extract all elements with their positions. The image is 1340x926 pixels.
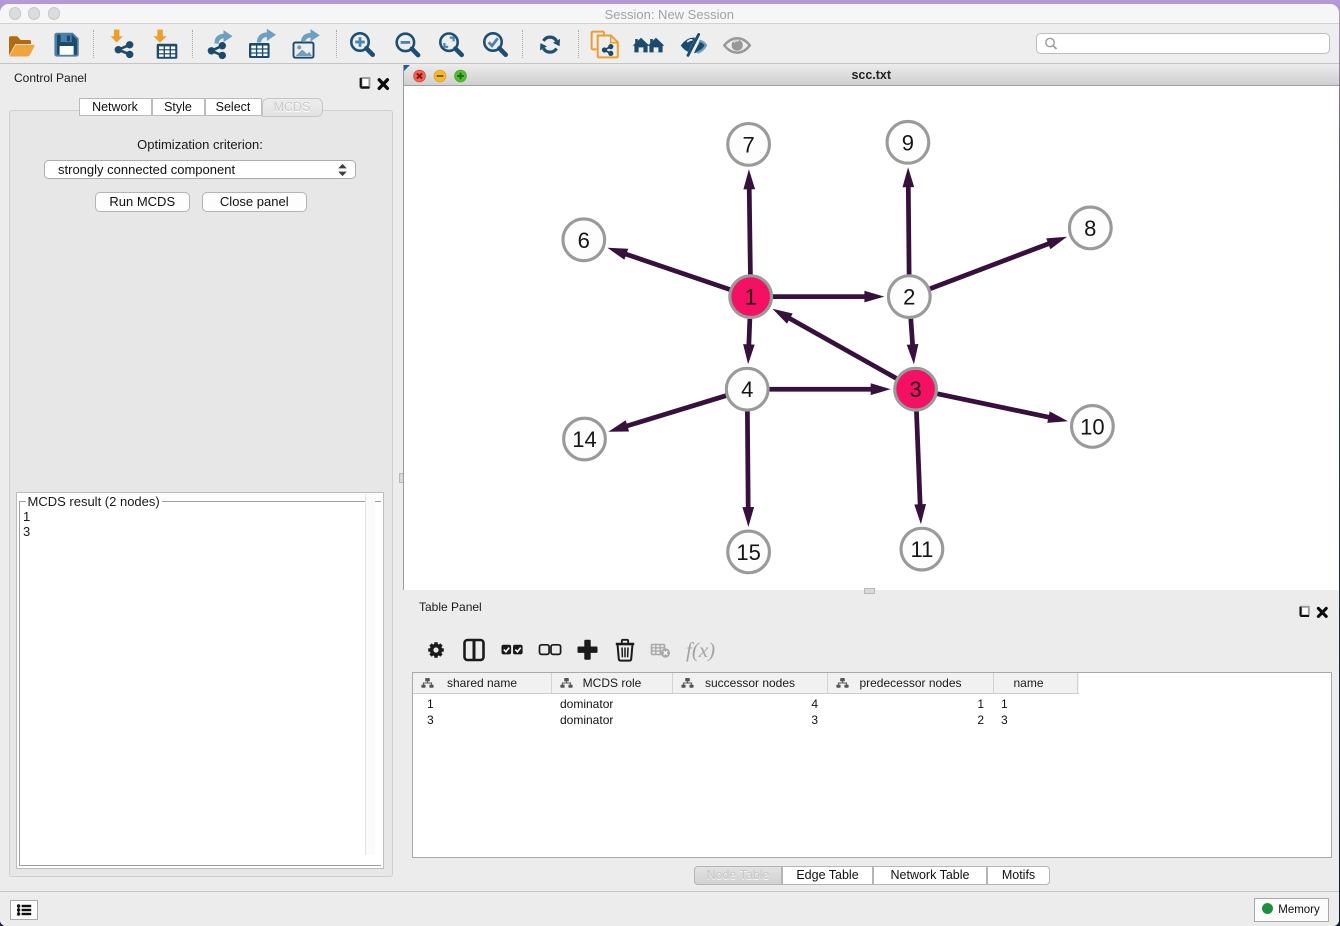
- svg-text:4: 4: [741, 377, 753, 402]
- svg-text:7: 7: [742, 132, 754, 157]
- svg-text:14: 14: [572, 427, 596, 452]
- svg-text:2: 2: [903, 285, 915, 310]
- svg-text:1: 1: [745, 285, 757, 310]
- svg-text:6: 6: [578, 228, 590, 253]
- svg-text:3: 3: [909, 377, 921, 402]
- svg-text:15: 15: [736, 540, 760, 565]
- svg-text:8: 8: [1084, 216, 1096, 241]
- svg-text:f(x): f(x): [686, 638, 715, 662]
- svg-text:10: 10: [1080, 414, 1104, 439]
- svg-text:9: 9: [902, 130, 914, 155]
- svg-text:11: 11: [910, 537, 933, 562]
